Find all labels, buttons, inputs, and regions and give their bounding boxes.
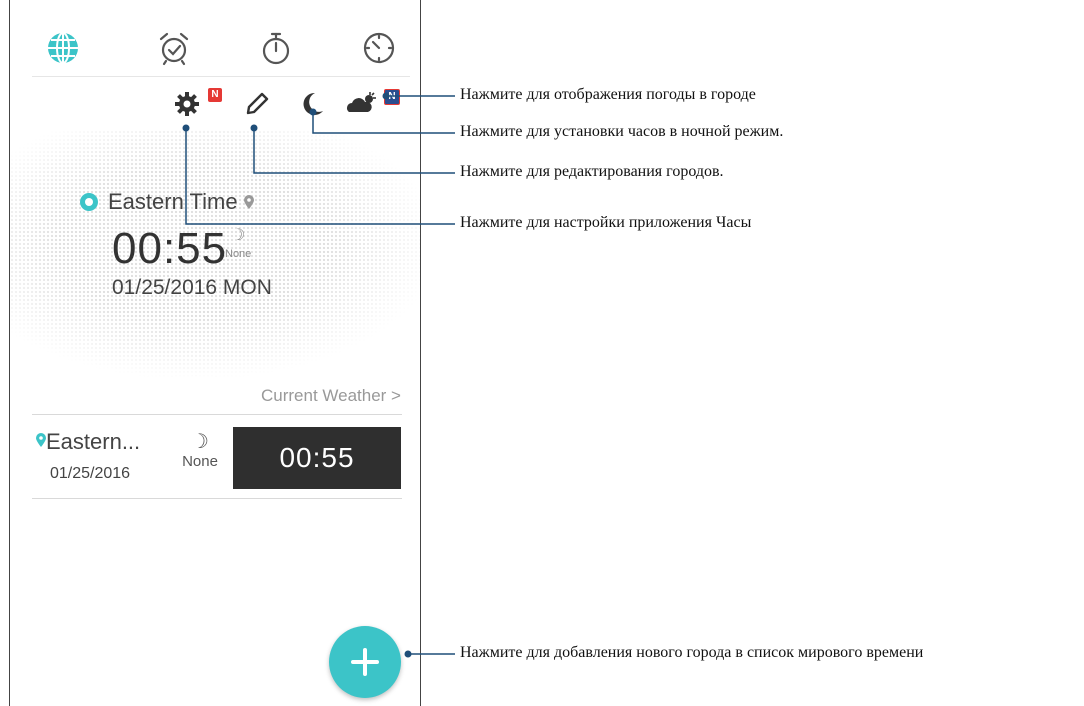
settings-icon [175,92,199,116]
main-city-row[interactable]: Eastern Time [80,189,254,215]
timer-icon [363,32,395,64]
settings-button[interactable] [173,90,201,118]
main-night-status: ☽ None [225,228,251,262]
list-city-time: 00:55 [233,427,401,489]
small-moon-icon: ☽ [230,227,246,244]
tab-stopwatch[interactable] [254,26,298,70]
settings-new-badge: N [208,88,222,102]
main-clock-time: 00:55 [112,224,228,273]
location-pin-icon [36,433,46,447]
callout-night-mode-text: Нажмите для установки часов в ночной реж… [460,123,784,140]
list-night-status: ☽ None [178,431,222,471]
main-city-name: Eastern Time [108,189,238,214]
list-item[interactable]: Eastern... 01/25/2016 ☽ None 00:55 [32,417,402,497]
current-weather-link[interactable]: Current Weather > [261,386,401,406]
add-city-button[interactable] [329,626,401,698]
divider [32,414,402,415]
list-night-label: None [182,453,218,470]
globe-icon [48,32,78,64]
list-city-date: 01/25/2016 [50,465,131,482]
tab-alarm[interactable] [152,26,196,70]
home-city-indicator-icon [80,193,98,211]
main-night-label: None [225,248,252,260]
weather-new-badge: N [384,89,400,105]
divider [32,498,402,499]
night-mode-icon [303,92,323,115]
main-clock-date: 01/25/2016 MON [112,276,272,299]
list-city-name: Eastern... [46,429,141,454]
callout-add-city-text: Нажмите для добавления нового города в с… [460,644,924,661]
alarm-icon [159,32,189,66]
moon-icon: ☽ [191,431,209,453]
edit-icon [246,92,269,115]
callout-edit-text: Нажмите для редактирования городов. [460,163,724,180]
night-mode-button[interactable] [298,90,326,118]
location-pin-icon [243,195,254,209]
weather-button[interactable] [344,88,380,116]
weather-icon [347,92,376,112]
plus-icon [351,648,379,676]
tab-bar [32,20,410,77]
clock-app-screen: N N Eastern Time 00:55 ☽ None 01/25/2016… [9,0,421,706]
edit-cities-button[interactable] [243,90,271,118]
tab-world-clock[interactable] [41,26,85,70]
callout-settings-text: Нажмите для настройки приложения Часы [460,214,752,231]
tab-timer[interactable] [357,26,401,70]
stopwatch-icon [262,32,290,65]
callout-weather-text: Нажмите для отображения погоды в городе [460,86,756,103]
